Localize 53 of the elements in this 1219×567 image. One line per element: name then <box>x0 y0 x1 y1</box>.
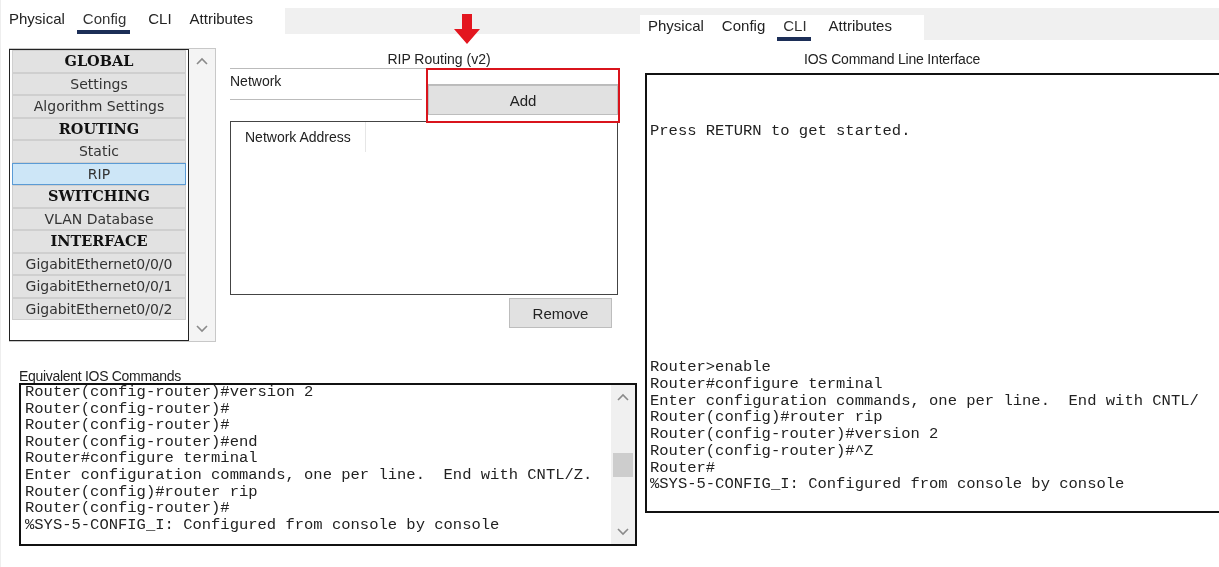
terminal-line: Press RETURN to get started. <box>650 123 912 140</box>
sidebar-item[interactable]: Static <box>12 140 186 163</box>
sidebar-item[interactable]: GigabitEthernet0/0/0 <box>12 252 186 275</box>
terminal-line: Router(config-router)#^Z <box>650 442 875 460</box>
console-line: Router(config-router)#end <box>25 433 259 451</box>
field-label: Network <box>230 69 422 100</box>
console-line: Router(config-router)# <box>25 400 231 418</box>
column-header: Network Address <box>231 122 366 152</box>
scroll-down-icon[interactable] <box>617 528 629 536</box>
section-header[interactable]: GLOBAL <box>12 50 186 73</box>
section-header[interactable]: ROUTING <box>12 117 186 140</box>
sidebar-item[interactable]: Algorithm Settings <box>12 95 186 118</box>
console-line: Router#configure terminal <box>25 450 259 467</box>
tab[interactable]: Config <box>76 8 131 34</box>
section-label: Equivalent IOS Commands <box>19 369 182 383</box>
scroll-up-icon[interactable] <box>196 57 208 65</box>
tab[interactable]: Physical <box>9 8 65 34</box>
sidebar-item[interactable]: Settings <box>12 72 186 95</box>
tab[interactable]: Physical <box>648 15 704 41</box>
terminal-line: Router>enable <box>650 359 772 376</box>
scroll-down-icon[interactable] <box>196 325 208 333</box>
console-line: Enter configuration commands, one per line. End with CNTL/Z. <box>25 466 594 484</box>
section-header[interactable]: INTERFACE <box>12 230 186 253</box>
terminal-line: Router(config)#router rip <box>650 409 884 426</box>
console-line: Router(config)#router rip <box>25 483 259 501</box>
scroll-up-icon[interactable] <box>617 393 629 401</box>
console-line: %SYS-5-CONFIG_I: Configured from console by console <box>25 516 501 534</box>
terminal[interactable] <box>645 73 1219 513</box>
remove-button[interactable]: Remove <box>509 298 612 328</box>
add-button[interactable]: Add <box>428 85 618 115</box>
section-title: IOS Command Line Interface <box>802 51 982 67</box>
sidebar-item[interactable]: GigabitEthernet0/0/2 <box>12 297 186 320</box>
terminal-line: Enter configuration commands, one per line. End with CNTL/ <box>650 392 1200 410</box>
scroll-thumb[interactable] <box>613 452 633 477</box>
tab[interactable]: CLI <box>777 15 811 41</box>
terminal-line: Router#configure terminal <box>650 375 884 393</box>
console-line: Router(config-router)#version 2 <box>25 385 315 401</box>
tab[interactable]: CLI <box>148 8 172 34</box>
section-title: RIP Routing (v2) <box>386 51 491 68</box>
console-line: Router(config-router)# <box>25 500 231 517</box>
sidebar-item[interactable]: RIP <box>12 162 186 185</box>
tab[interactable]: Attributes <box>828 15 892 41</box>
scrollbar[interactable] <box>189 49 215 341</box>
tab[interactable]: Config <box>721 15 766 41</box>
terminal-line: %SYS-5-CONFIG_I: Configured from console by console <box>650 476 1126 493</box>
sidebar-item[interactable]: VLAN Database <box>12 207 186 230</box>
terminal-line: Router# <box>650 459 717 477</box>
tab[interactable]: Attributes <box>189 8 253 34</box>
sidebar-item[interactable]: GigabitEthernet0/0/1 <box>12 275 186 298</box>
console-line: Router(config-router)# <box>25 417 231 434</box>
scrollbar[interactable] <box>611 385 635 544</box>
terminal-line: Router(config-router)#version 2 <box>650 426 940 443</box>
section-header[interactable]: SWITCHING <box>12 185 186 208</box>
